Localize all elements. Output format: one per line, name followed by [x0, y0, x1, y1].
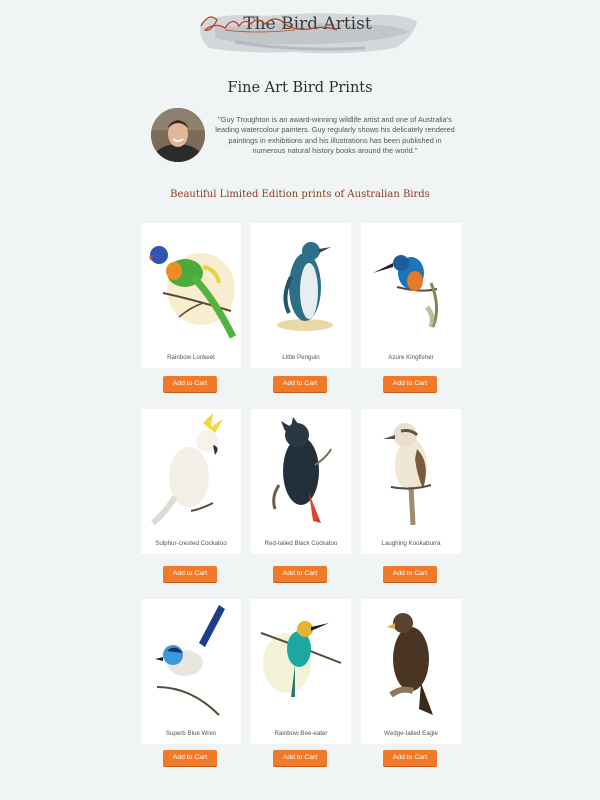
- little-penguin-image: [277, 242, 333, 331]
- add-to-cart-button[interactable]: Add to Cart: [163, 750, 217, 766]
- artist-avatar: [151, 108, 205, 162]
- print-title[interactable]: Little Penguin: [251, 354, 351, 361]
- section-heading: Beautiful Limited Edition prints of Aust…: [170, 189, 430, 200]
- print-card[interactable]: Rainbow Lorikeet: [141, 223, 241, 368]
- print-title[interactable]: Sulphur-crested Cockatoo: [141, 540, 241, 547]
- print-title[interactable]: Laughing Kookaburra: [361, 540, 461, 547]
- print-card[interactable]: Laughing Kookaburra: [361, 409, 461, 554]
- print-title[interactable]: Superb Blue Wren: [141, 730, 241, 737]
- add-to-cart-button[interactable]: Add to Cart: [163, 566, 217, 582]
- print-title[interactable]: Wedge-tailed Eagle: [361, 730, 461, 737]
- add-to-cart-button[interactable]: Add to Cart: [273, 750, 327, 766]
- add-to-cart-button[interactable]: Add to Cart: [383, 566, 437, 582]
- add-to-cart-button[interactable]: Add to Cart: [383, 750, 437, 766]
- print-card[interactable]: Sulphur-crested Cockatoo: [141, 409, 241, 554]
- red-tailed-black-cockatoo-image: [272, 417, 332, 523]
- print-title[interactable]: Red-tailed Black Cockatoo: [251, 540, 351, 547]
- print-title[interactable]: Azure Kingfisher: [361, 354, 461, 361]
- print-card[interactable]: Little Penguin: [251, 223, 351, 368]
- add-to-cart-button[interactable]: Add to Cart: [383, 376, 437, 392]
- artist-signature-logo: [200, 16, 338, 33]
- add-to-cart-button[interactable]: Add to Cart: [273, 376, 327, 392]
- rainbow-bee-eater-image: [260, 621, 342, 697]
- page-title: Fine Art Bird Prints: [227, 80, 373, 96]
- print-card[interactable]: Superb Blue Wren: [141, 599, 241, 744]
- azure-kingfisher-image: [373, 255, 438, 328]
- site-header: The Bird Artist: [195, 8, 420, 66]
- add-to-cart-button[interactable]: Add to Cart: [273, 566, 327, 582]
- sulphur-crested-cockatoo-image: [151, 413, 223, 526]
- superb-blue-wren-image: [155, 605, 225, 716]
- wedge-tailed-eagle-image: [387, 613, 433, 715]
- print-card[interactable]: Azure Kingfisher: [361, 223, 461, 368]
- portrait-photo: [151, 108, 205, 162]
- print-card[interactable]: Wedge-tailed Eagle: [361, 599, 461, 744]
- print-title[interactable]: Rainbow Lorikeet: [141, 354, 241, 361]
- print-card[interactable]: Red-tailed Black Cockatoo: [251, 409, 351, 554]
- laughing-kookaburra-image: [383, 423, 432, 526]
- rainbow-lorikeet-image: [149, 246, 237, 339]
- add-to-cart-button[interactable]: Add to Cart: [163, 376, 217, 392]
- print-card[interactable]: Rainbow Bee-eater: [251, 599, 351, 744]
- artist-bio: "Guy Troughton is an award-winning wildl…: [215, 115, 455, 156]
- print-title[interactable]: Rainbow Bee-eater: [251, 730, 351, 737]
